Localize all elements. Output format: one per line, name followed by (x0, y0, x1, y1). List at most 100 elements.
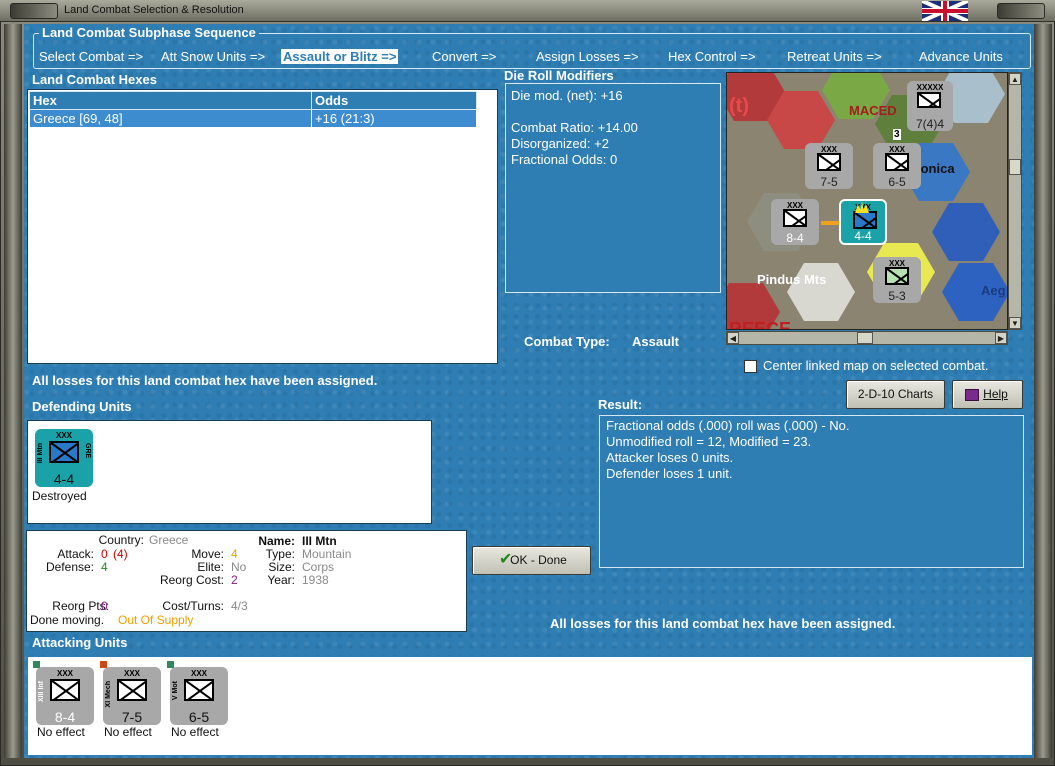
map-horizontal-thumb[interactable] (857, 332, 873, 344)
defending-units-panel: XXX III Mtn GRE 4-4 Destroyed (27, 420, 432, 524)
center-map-label[interactable]: Center linked map on selected combat. (763, 358, 988, 373)
window-title: Land Combat Selection & Resolution (64, 4, 244, 16)
country-label: Country: (98, 533, 144, 547)
reorg-cost-value: 2 (231, 573, 238, 587)
seq-step-hex-control: Hex Control => (668, 49, 756, 64)
map-unit-iii-mtn[interactable]: XXX4-4 (839, 199, 887, 245)
reorg-cost-label: Reorg Cost: (159, 573, 224, 587)
attacking-unit-xi-mech[interactable]: XXX XI Mech 7-5 (100, 661, 161, 725)
result-title: Result: (598, 397, 643, 412)
cost-turns-label: Cost/Turns: (162, 599, 224, 613)
help-button-label: Help (983, 387, 1008, 401)
right-frame-rail (1034, 24, 1052, 758)
col-hex-header[interactable]: Hex (29, 91, 312, 110)
defending-unit-status: Destroyed (32, 489, 87, 503)
map-label: Pindus Mts (757, 272, 827, 287)
map-label: REECE (729, 319, 792, 330)
scroll-up-icon[interactable]: ▲ (1009, 73, 1021, 85)
ok-done-label: OK - Done (510, 553, 567, 567)
country-value: Greece (149, 533, 189, 547)
uk-flag-icon (922, 1, 968, 21)
result-line: Defender loses 1 unit. (606, 466, 733, 481)
combat-hexes-title: Land Combat Hexes (32, 72, 157, 87)
defense-label: Defense: (45, 560, 94, 574)
die-mod-net: Die mod. (net): +16 (511, 88, 623, 103)
col-odds-header[interactable]: Odds (311, 91, 477, 110)
size-label: Size: (268, 560, 295, 574)
done-moving-status: Done moving. (30, 613, 105, 627)
move-label: Move: (191, 547, 224, 561)
map-unit-xiii-inf[interactable]: XXX 8-4 (771, 199, 819, 245)
attacking-unit-xiii-inf[interactable]: XXX XIII Inf 8-4 (33, 661, 94, 725)
year-value: 1938 (302, 573, 329, 587)
odds-cell[interactable]: +16 (21:3) (311, 109, 477, 128)
supply-status: Out Of Supply (118, 613, 194, 627)
attack-value: 0 (101, 547, 108, 561)
type-label: Type: (265, 547, 295, 561)
map-label: Aeg (981, 283, 1006, 298)
seq-step-select-combat: Select Combat => (39, 49, 144, 64)
left-frame-rail (4, 24, 22, 758)
help-book-icon (965, 389, 979, 401)
elite-label: Elite: (197, 560, 224, 574)
table-row[interactable]: Greece [69, 48] +16 (21:3) (29, 109, 477, 128)
losses-assigned-status-top: All losses for this land combat hex have… (32, 373, 378, 388)
die-roll-title: Die Roll Modifiers (504, 68, 614, 83)
map-vertical-thumb[interactable] (1009, 159, 1021, 175)
seq-step-att-snow: Att Snow Units => (161, 49, 266, 64)
attacking-units-title: Attacking Units (32, 635, 128, 650)
defending-units-title: Defending Units (32, 399, 132, 414)
attacking-unit-status: No effect (171, 725, 219, 739)
linked-map[interactable]: (t) MACED lonica Pindus Mts Aeg REECE XX… (726, 72, 1008, 330)
map-unit-mountain[interactable]: XXX 5-3 (873, 257, 921, 303)
checkmark-icon: ✔ (499, 551, 513, 568)
die-mod-blank (511, 104, 715, 120)
result-line: Fractional odds (.000) roll was (.000) -… (606, 418, 850, 433)
result-panel: Fractional odds (.000) roll was (.000) -… (599, 415, 1024, 568)
title-bar[interactable]: Land Combat Selection & Resolution (0, 0, 1055, 22)
map-unit-xi-mech[interactable]: XXX 7-5 (805, 143, 853, 189)
losses-assigned-status-bottom: All losses for this land combat hex have… (550, 616, 896, 631)
attacking-unit-v-mot[interactable]: XXX V Mot 6-5 (167, 661, 228, 725)
reorg-pts-value: 0 (101, 599, 108, 613)
unit-info-panel: Country: Greece Attack: 0 (4) Defense: 4… (26, 530, 467, 632)
combat-hexes-table: Hex Odds Greece [69, 48] +16 (21:3) (29, 91, 477, 128)
map-horizontal-scrollbar[interactable]: ◀ ▶ (726, 331, 1008, 345)
defending-unit-iii-mtn[interactable]: XXX III Mtn GRE 4-4 (35, 429, 93, 487)
year-label: Year: (267, 573, 295, 587)
hex-cell[interactable]: Greece [69, 48] (29, 109, 312, 128)
map-stack-count: 3 (893, 129, 901, 140)
size-value: Corps (302, 560, 335, 574)
attacking-unit-status: No effect (104, 725, 152, 739)
seq-step-convert: Convert => (432, 49, 497, 64)
charts-2d10-button[interactable]: 2-D-10 Charts (846, 380, 945, 409)
die-roll-modifiers-panel: Die mod. (net): +16 Combat Ratio: +14.00… (505, 83, 721, 293)
seq-step-advance: Advance Units (919, 49, 1003, 64)
scroll-down-icon[interactable]: ▼ (1009, 317, 1021, 329)
combat-ratio: Combat Ratio: +14.00 (511, 120, 638, 135)
name-label: Name: (258, 534, 295, 548)
defense-value: 4 (101, 560, 108, 574)
seq-step-assault-blitz: Assault or Blitz => (281, 49, 399, 64)
cost-turns-value: 4/3 (231, 599, 248, 613)
seq-step-retreat: Retreat Units => (787, 49, 882, 64)
attacking-unit-status: No effect (37, 725, 85, 739)
attacking-units-panel: XXX XIII Inf 8-4 No effect XXX XI Mech 7… (27, 656, 1033, 756)
scroll-right-icon[interactable]: ▶ (995, 332, 1007, 344)
map-label: (t) (729, 95, 749, 117)
map-unit-v-mot[interactable]: XXX 6-5 (873, 143, 921, 189)
ok-done-button[interactable]: ✔ OK - Done (472, 546, 591, 575)
map-unit-salonika[interactable]: XXXXX 7(4)4 (907, 81, 953, 131)
map-vertical-scrollbar[interactable]: ▲ ▼ (1008, 72, 1022, 330)
attack-arrow-icon (821, 221, 839, 225)
combat-hexes-list[interactable]: Hex Odds Greece [69, 48] +16 (21:3) (27, 89, 498, 364)
help-button[interactable]: Help (952, 380, 1023, 409)
center-map-checkbox[interactable] (744, 360, 757, 373)
scroll-left-icon[interactable]: ◀ (727, 332, 739, 344)
window-left-cap (10, 3, 58, 19)
subphase-sequence-title: Land Combat Subphase Sequence (39, 25, 259, 40)
disorganized-mod: Disorganized: +2 (511, 136, 609, 151)
elite-value: No (231, 560, 247, 574)
combat-type-value: Assault (632, 334, 679, 349)
map-label: lonica (917, 161, 955, 176)
